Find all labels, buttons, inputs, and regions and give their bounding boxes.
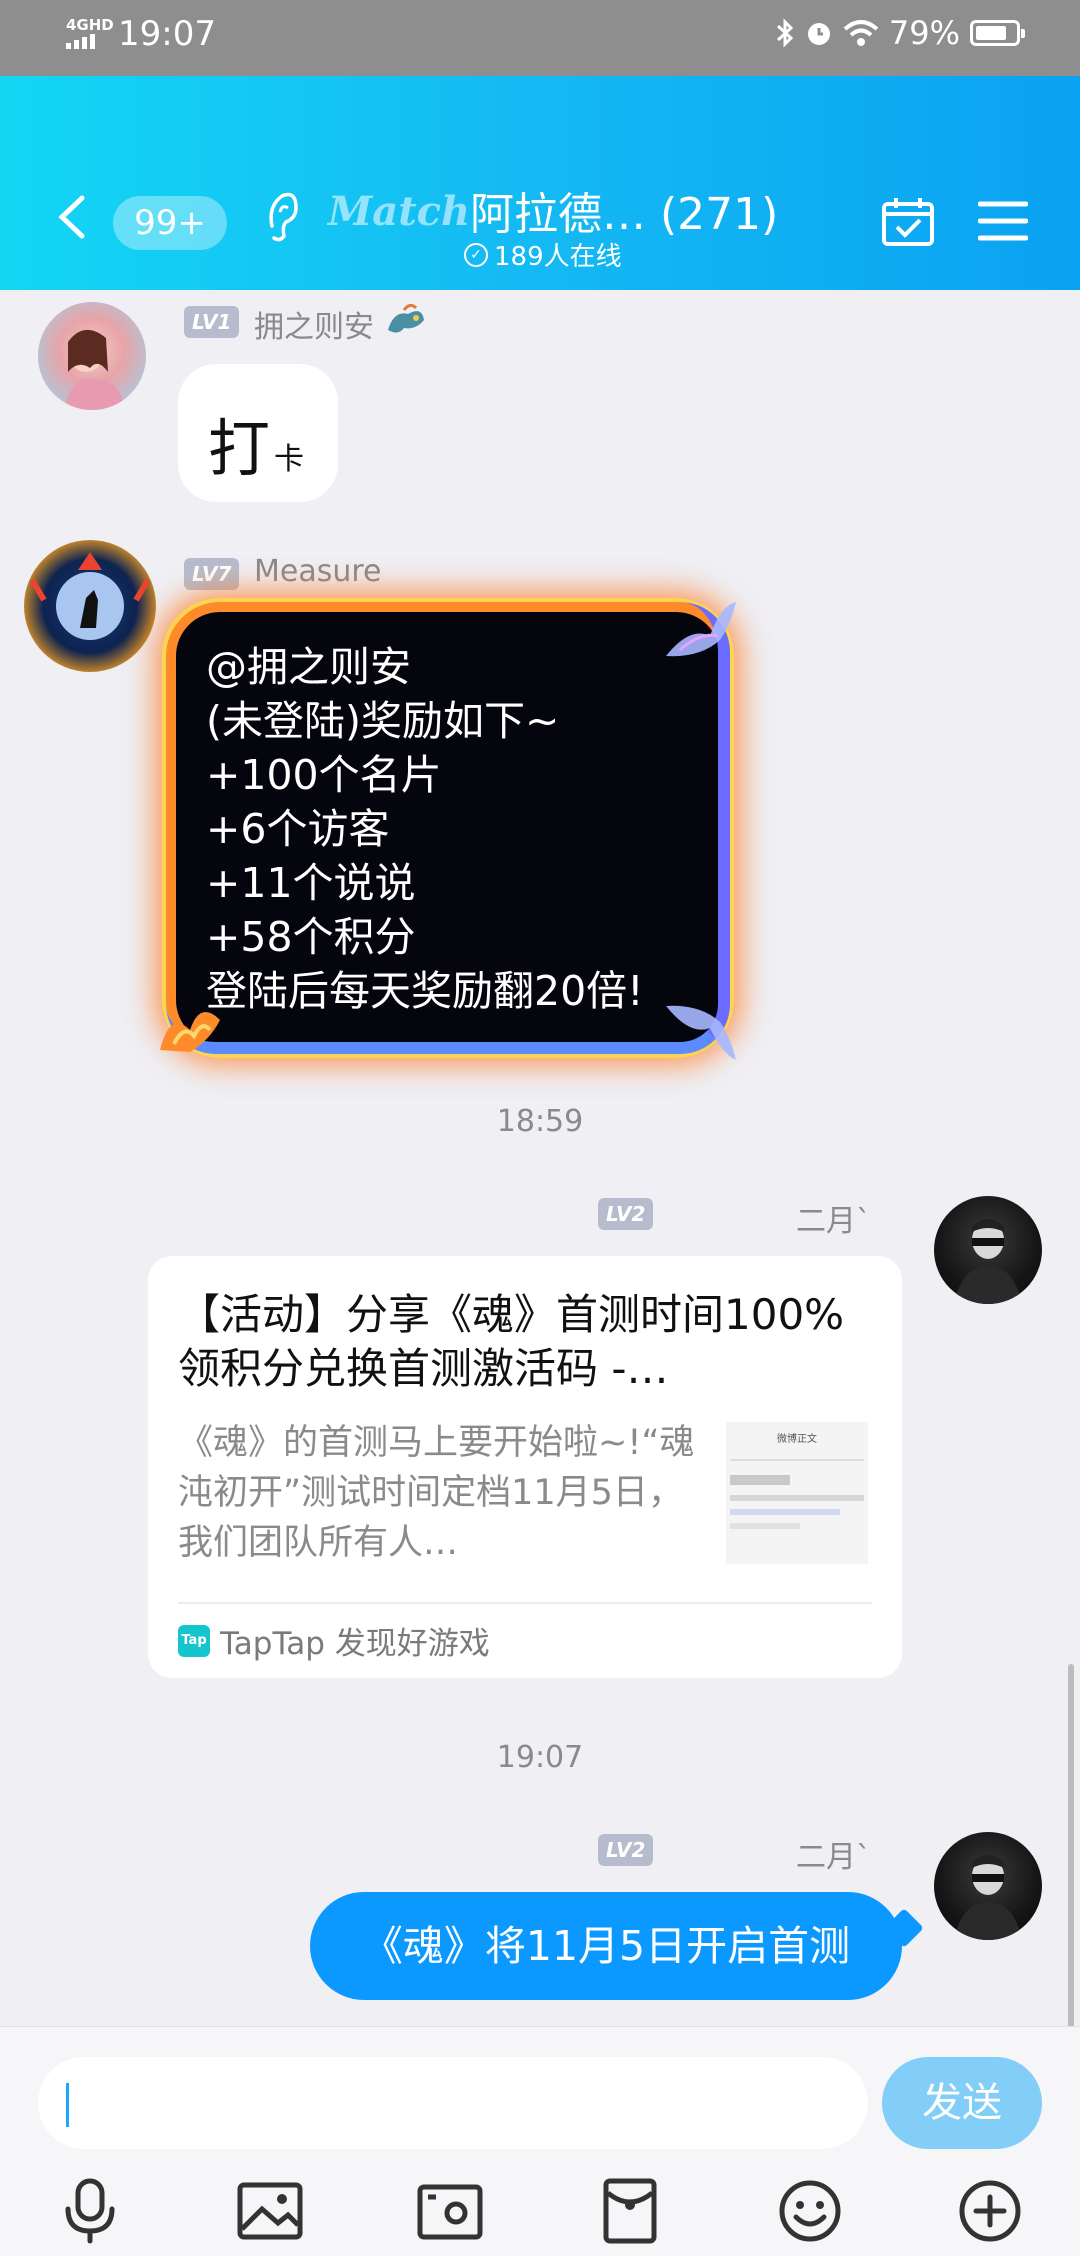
card-source-label: TapTap 发现好游戏 xyxy=(220,1626,490,1662)
avatar[interactable] xyxy=(24,540,156,672)
shared-link-card[interactable]: 【活动】分享《魂》首测时间100%领积分兑换首测激活码 -… 《魂》的首测马上要… xyxy=(148,1256,902,1678)
menu-icon[interactable] xyxy=(978,198,1028,244)
sender-name[interactable]: 拥之则安 xyxy=(254,302,374,346)
card-source: Tap TapTap 发现好游戏 xyxy=(178,1618,490,1663)
card-title: 【活动】分享《魂》首测时间100%领积分兑换首测激活码 -… xyxy=(178,1290,845,1393)
wing-decoration-icon xyxy=(666,602,736,657)
sender-name[interactable]: 二月` xyxy=(796,1196,871,1240)
status-time: 19:07 xyxy=(118,14,216,54)
back-icon[interactable] xyxy=(54,194,90,240)
message-line: +58个积分 xyxy=(206,913,416,961)
status-bar: 4GHD 19:07 79% xyxy=(0,0,1080,76)
taptap-logo-icon: Tap xyxy=(178,1624,210,1657)
chat-header: 99+ Match 阿拉德… (271) ✓ 189人在线 xyxy=(0,76,1080,290)
text-cursor xyxy=(66,2083,69,2127)
message-line: +11个说说 xyxy=(206,859,416,907)
dragon-badge-icon xyxy=(388,303,424,333)
alarm-icon xyxy=(807,23,830,45)
message-line: +100个名片 xyxy=(206,751,442,799)
sender-name[interactable]: Measure xyxy=(254,554,382,589)
camera-icon[interactable] xyxy=(416,2177,484,2245)
network-indicator: 4GHD xyxy=(66,18,114,49)
bot-reward-message: @拥之则安 (未登陆)奖励如下~ +100个名片 +6个访客 +11个说说 +5… xyxy=(206,640,644,1018)
message-line: (未登陆)奖励如下~ xyxy=(206,697,560,745)
card-divider xyxy=(178,1602,872,1604)
match-logo: Match xyxy=(328,188,471,235)
message-text-small: 卡 xyxy=(274,442,304,477)
level-badge: LV1 xyxy=(184,306,240,338)
card-description: 《魂》的首测马上要开始啦~!“魂沌初开”测试时间定档11月5日，我们团队所有人… xyxy=(178,1423,695,1563)
avatar[interactable] xyxy=(934,1832,1042,1940)
message-text: 打 xyxy=(208,412,271,485)
signal-icon xyxy=(66,34,114,49)
unread-badge[interactable]: 99+ xyxy=(113,196,227,250)
online-count: ✓ 189人在线 xyxy=(464,236,622,273)
thumbnail-title: 微博正文 xyxy=(777,1434,817,1445)
message-line: 登陆后每天奖励翻20倍! xyxy=(206,967,644,1015)
ear-icon[interactable] xyxy=(262,186,302,246)
level-badge: LV2 xyxy=(598,1198,654,1230)
send-button[interactable]: 发送 xyxy=(882,2057,1042,2149)
calendar-check-icon[interactable] xyxy=(880,194,936,250)
microphone-icon[interactable] xyxy=(56,2177,124,2245)
wifi-icon xyxy=(843,20,879,46)
message-bubble[interactable]: 打 卡 xyxy=(178,364,338,502)
group-title[interactable]: 阿拉德… (271) xyxy=(470,178,778,242)
message-bubble[interactable]: 《魂》将11月5日开启首测 xyxy=(310,1892,902,2000)
sender-name[interactable]: 二月` xyxy=(796,1832,871,1876)
wing-decoration-icon xyxy=(666,1005,736,1060)
message-line: +6个访客 xyxy=(206,805,390,853)
battery-percent: 79% xyxy=(888,14,960,52)
message-line: @拥之则安 xyxy=(206,643,411,691)
level-badge: LV2 xyxy=(598,1834,654,1866)
bluetooth-icon xyxy=(776,18,794,48)
level-badge: LV7 xyxy=(184,558,240,590)
input-area: 发送 xyxy=(0,2026,1080,2256)
avatar[interactable] xyxy=(934,1196,1042,1304)
battery-icon xyxy=(970,20,1025,46)
card-thumbnail: 微博正文 xyxy=(726,1422,868,1564)
timestamp: 18:59 xyxy=(496,1104,584,1139)
emoji-icon[interactable] xyxy=(776,2177,844,2245)
scrollbar[interactable] xyxy=(1068,1664,1074,2036)
message-input[interactable] xyxy=(38,2057,868,2149)
red-packet-icon[interactable] xyxy=(596,2177,664,2245)
image-icon[interactable] xyxy=(236,2177,304,2245)
plus-icon[interactable] xyxy=(956,2177,1024,2245)
timestamp: 19:07 xyxy=(496,1740,584,1775)
online-check-icon: ✓ xyxy=(464,242,488,267)
avatar[interactable] xyxy=(38,302,146,410)
